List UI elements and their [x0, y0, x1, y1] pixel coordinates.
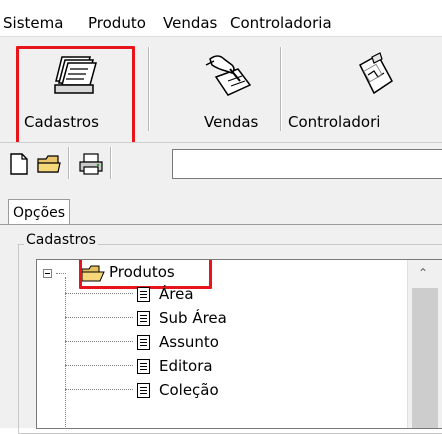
cadastros-group-label: Cadastros — [24, 232, 98, 248]
document-icon — [137, 335, 150, 350]
toolbar-separator — [110, 147, 111, 179]
collapse-toggle[interactable] — [43, 269, 52, 278]
controladoria-button[interactable]: Controladori — [288, 43, 442, 139]
document-icon — [137, 383, 150, 398]
hand-writing-icon — [205, 55, 252, 96]
new-document-icon[interactable] — [6, 151, 32, 177]
tree-line — [65, 293, 133, 294]
open-folder-icon[interactable] — [36, 151, 62, 177]
controladoria-label: Controladori — [288, 113, 381, 131]
toolbar-separator — [148, 47, 149, 131]
menu-bar: Sistema Produto Vendas Controladoria — [0, 0, 442, 36]
toolbar-separator — [68, 147, 69, 179]
menu-vendas[interactable]: Vendas — [163, 14, 217, 32]
options-panel: Opções Cadastros Produtos Área Sub Área — [0, 187, 442, 434]
tab-divider — [0, 224, 442, 225]
menu-controladoria[interactable]: Controladoria — [230, 14, 332, 32]
toolbar-separator — [280, 47, 281, 131]
tree-line — [65, 317, 133, 318]
document-icon — [137, 311, 150, 326]
tree-line — [65, 277, 66, 428]
search-input[interactable] — [172, 149, 442, 179]
menu-sistema[interactable]: Sistema — [3, 14, 63, 32]
document-icon — [137, 287, 150, 302]
clipboard-chart-icon — [359, 52, 393, 95]
scroll-up-icon[interactable]: ⌃ — [418, 266, 428, 280]
tree-line — [65, 389, 133, 390]
menu-produto[interactable]: Produto — [88, 14, 146, 32]
cadastros-highlight — [16, 46, 135, 145]
tree-scrollbar[interactable]: ⌃ — [407, 260, 442, 428]
tree-line — [65, 365, 133, 366]
category-tree[interactable]: Produtos Área Sub Área Assunto Editora C… — [36, 259, 442, 429]
tree-node-label: Editora — [159, 357, 213, 375]
printer-icon[interactable] — [78, 151, 104, 177]
tree-line — [65, 341, 133, 342]
tree-node-label: Assunto — [159, 333, 219, 351]
tree-node-label: Sub Área — [159, 309, 227, 327]
scroll-thumb[interactable] — [412, 288, 438, 428]
tree-line — [56, 273, 66, 274]
vendas-label: Vendas — [204, 113, 259, 131]
tab-opcoes[interactable]: Opções — [8, 199, 71, 225]
secondary-toolbar — [0, 142, 442, 188]
main-toolbar: Cadastros Vendas Controladori — [0, 36, 442, 145]
tree-node-label: Coleção — [159, 381, 219, 399]
vendas-button[interactable]: Vendas — [160, 43, 270, 139]
tree-node-label: Área — [159, 285, 194, 303]
document-icon — [137, 359, 150, 374]
